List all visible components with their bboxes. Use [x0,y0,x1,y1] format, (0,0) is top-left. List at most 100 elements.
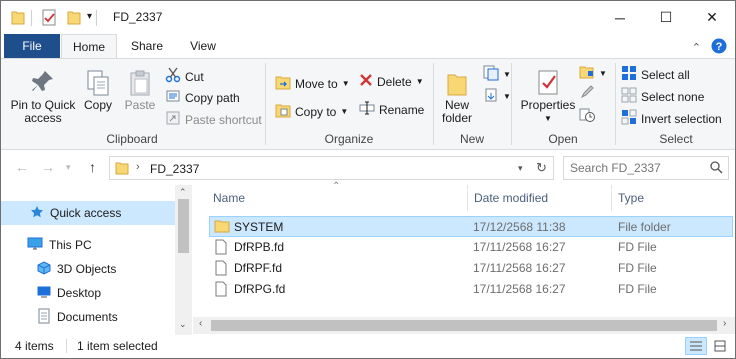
rename-button[interactable]: Rename [359,101,424,118]
documents-icon [37,308,51,327]
scroll-up-icon[interactable]: ⌃ [179,187,187,198]
back-arrow-icon[interactable]: ← [15,159,29,175]
properties-icon[interactable] [41,9,57,27]
close-button[interactable]: ✕ [689,1,735,34]
explorer-window: ▾ FD_2337 ─ ☐ ✕ File Home Share View ⌃ ?… [0,0,736,359]
help-icon[interactable]: ? [711,38,727,57]
nav-scrollbar-thumb[interactable] [178,199,189,253]
delete-icon [359,73,373,90]
file-type: FD File [618,240,657,254]
new-item-button[interactable]: ▼ [483,65,511,84]
horizontal-scrollbar[interactable]: ‹ › [193,317,735,334]
select-all-button[interactable]: Select all [621,65,690,84]
column-header-type[interactable]: Type [598,185,728,211]
search-box[interactable] [563,156,729,180]
search-input[interactable] [570,160,700,176]
window-title: FD_2337 [113,10,163,24]
properties-button[interactable]: Properties ▼ [517,69,579,125]
open-folder-icon [579,65,595,82]
rename-icon [359,101,375,118]
file-type: File folder [618,220,671,234]
monitor-icon [27,237,43,254]
organize-group-label: Organize [324,132,374,146]
scroll-left-icon[interactable]: ‹ [199,318,202,329]
invert-selection-label: Invert selection [641,111,722,126]
refresh-icon[interactable]: ↻ [536,160,547,176]
delete-button[interactable]: Delete ▼ [359,73,424,90]
folder-icon [11,9,25,27]
cut-button[interactable]: Cut [165,67,204,86]
recent-locations-icon[interactable]: ▾ [66,162,71,173]
paste-shortcut-button[interactable]: Paste shortcut [165,110,262,129]
forward-arrow-icon[interactable]: → [41,159,55,175]
minimize-button[interactable]: ─ [597,1,643,34]
nav-item-documents[interactable]: Documents [1,305,175,329]
copy-to-button[interactable]: Copy to ▼ [275,101,348,122]
edit-button[interactable] [579,85,595,102]
address-bar[interactable]: › FD_2337 ▾ ↻ [109,156,554,180]
copy-path-button[interactable]: Copy path [165,88,240,107]
pin-to-quick-access-button[interactable]: Pin to Quick access [7,69,79,125]
svg-text:?: ? [716,41,723,53]
select-all-icon [621,65,637,84]
paste-button[interactable]: Paste [121,69,159,112]
nav-item-desktop[interactable]: Desktop [1,281,175,305]
history-icon [579,107,595,126]
file-list: ⌃ Name Date modified Type SYSTEM 17/12/2… [193,181,735,335]
table-row[interactable]: DfRPB.fd 17/11/2568 16:27 FD File [209,237,733,258]
tab-home[interactable]: Home [61,34,117,59]
move-to-button[interactable]: Move to ▼ [275,73,350,94]
nav-item-this-pc[interactable]: This PC [1,233,175,257]
history-button[interactable] [579,107,595,126]
title-bar: ▾ FD_2337 ─ ☐ ✕ [1,1,735,34]
clipboard-group-label: Clipboard [106,132,158,146]
copy-label: Copy [83,98,112,112]
quick-access-divider [31,10,32,26]
select-none-button[interactable]: Select none [621,87,704,106]
invert-selection-button[interactable]: Invert selection [621,109,722,128]
paste-shortcut-label: Paste shortcut [185,112,262,127]
nav-pane-scrollbar[interactable]: ⌃ ⌄ [175,185,192,335]
nav-item-3d-objects[interactable]: 3D Objects [1,257,175,281]
cut-label: Cut [185,69,204,84]
customize-toolbar-icon[interactable]: ▾ [87,11,92,29]
tab-view[interactable]: View [177,34,229,58]
up-arrow-icon[interactable]: ↑ [89,159,96,175]
new-folder-icon [437,69,477,99]
breadcrumb-separator-icon: › [136,161,140,173]
file-name: DfRPB.fd [234,240,285,254]
easy-access-icon [483,87,499,106]
column-header-name[interactable]: Name [193,185,467,211]
breadcrumb[interactable]: FD_2337 [150,162,199,176]
maximize-button[interactable]: ☐ [643,1,689,34]
table-row[interactable]: DfRPF.fd 17/11/2568 16:27 FD File [209,258,733,279]
search-icon[interactable] [710,161,723,177]
nav-item-quick-access[interactable]: Quick access [1,201,175,225]
details-view-icon[interactable] [685,337,707,355]
tab-file[interactable]: File [4,34,60,58]
selection-count: 1 item selected [77,339,158,353]
scroll-down-icon[interactable]: ⌄ [179,319,187,330]
nav-item-label: This PC [49,238,92,252]
open-button[interactable]: ▼ [579,65,607,82]
table-row[interactable]: DfRPG.fd 17/11/2568 16:27 FD File [209,279,733,300]
collapse-ribbon-icon[interactable]: ⌃ [692,41,701,54]
title-divider [96,10,97,26]
tab-share[interactable]: Share [121,34,173,58]
folder-icon [115,161,129,178]
column-header-date-modified[interactable]: Date modified [454,185,612,211]
address-dropdown-icon[interactable]: ▾ [518,163,523,174]
scroll-right-icon[interactable]: › [723,318,726,329]
new-folder-icon[interactable] [67,9,81,27]
open-group: Properties ▼ ▼ Open [513,59,613,149]
file-name: SYSTEM [234,220,284,234]
easy-access-dropdown-icon: ▼ [503,92,511,101]
copy-button[interactable]: Copy [81,69,115,112]
table-row[interactable]: SYSTEM 17/12/2568 11:38 File folder [209,216,733,237]
select-none-icon [621,87,637,106]
large-icons-view-icon[interactable] [711,338,729,354]
horizontal-scrollbar-thumb[interactable] [211,320,717,331]
easy-access-button[interactable]: ▼ [483,87,511,106]
invert-selection-icon [621,109,637,128]
new-folder-button[interactable]: New folder [437,69,477,125]
